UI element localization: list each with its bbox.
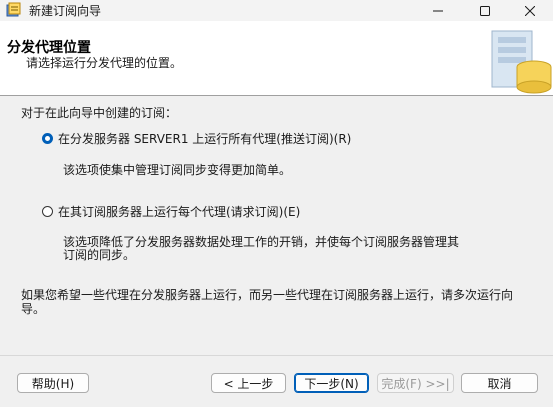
next-button[interactable]: 下一步(N) [294,373,369,393]
wizard-header: 分发代理位置 请选择运行分发代理的位置。 [0,21,553,96]
pull-subscription-label[interactable]: 在其订阅服务器上运行每个代理(请求订阅)(E) [58,203,300,220]
title-bar: 新建订阅向导 [0,0,553,21]
maximize-button[interactable] [462,0,508,21]
pull-subscription-description-line1: 该选项降低了分发服务器数据处理工作的开销，并使每个订阅服务器管理其 [63,235,460,249]
push-subscription-label[interactable]: 在分发服务器 SERVER1 上运行所有代理(推送订阅)(R) [58,130,351,147]
footer-divider [0,355,553,356]
pull-subscription-radio[interactable] [42,206,53,217]
option-push-subscription[interactable]: 在分发服务器 SERVER1 上运行所有代理(推送订阅)(R) [42,130,351,147]
finish-button[interactable]: 完成(F) >>| [377,373,454,393]
back-button[interactable]: < 上一步 [211,373,286,393]
pull-subscription-description-line2: 订阅的同步。 [63,248,136,262]
database-server-icon [486,27,553,95]
multi-run-note-line1: 如果您希望一些代理在分发服务器上运行，而另一些代理在订阅服务器上运行，请多次运行… [21,288,514,302]
close-button[interactable] [507,0,553,21]
multi-run-note-line2: 导。 [21,302,46,316]
option-pull-subscription[interactable]: 在其订阅服务器上运行每个代理(请求订阅)(E) [42,203,300,220]
push-subscription-radio[interactable] [42,133,53,144]
minimize-button[interactable] [415,0,461,21]
help-button[interactable]: 帮助(H) [17,373,89,393]
window-title: 新建订阅向导 [29,4,102,18]
multi-run-note: 如果您希望一些代理在分发服务器上运行，而另一些代理在订阅服务器上运行，请多次运行… [21,288,531,316]
page-subtitle: 请选择运行分发代理的位置。 [26,56,183,70]
wizard-app-icon [6,2,22,18]
section-label: 对于在此向导中创建的订阅： [21,106,178,120]
push-subscription-description: 该选项使集中管理订阅同步变得更加简单。 [63,163,292,177]
cancel-button[interactable]: 取消 [461,373,538,393]
